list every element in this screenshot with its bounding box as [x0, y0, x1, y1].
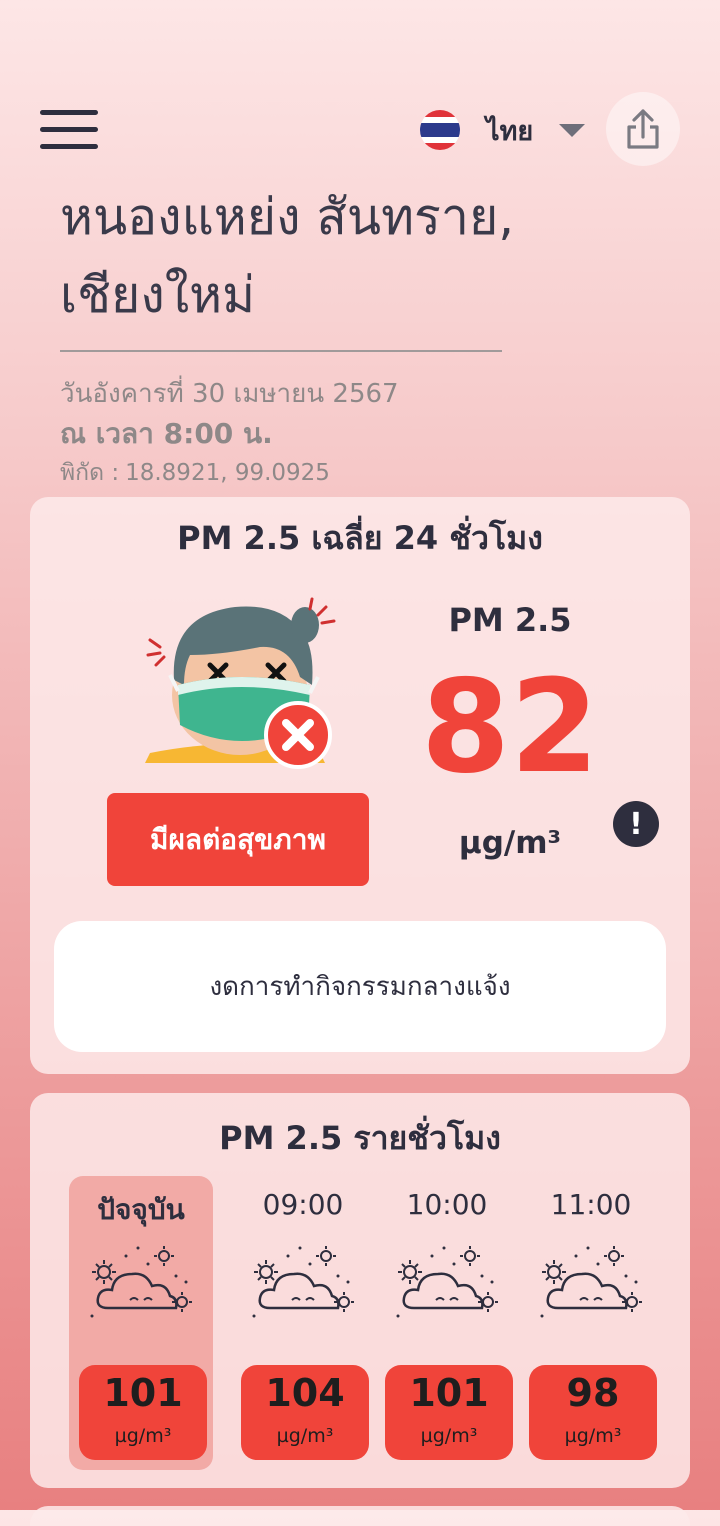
- location-line2: เชียงใหม่: [60, 266, 256, 324]
- top-bar: ไทย: [0, 92, 720, 166]
- hour-value: 101: [409, 1371, 489, 1415]
- advice-text: งดการทำกิจกรรมกลางแจ้ง: [209, 972, 511, 1002]
- chevron-down-icon: [559, 123, 586, 137]
- current-pm-card: PM 2.5 เฉลี่ย 24 ชั่วโมง มีผลต่อสุขภาพ P…: [30, 497, 690, 1074]
- pm-label: PM 2.5: [448, 601, 572, 639]
- health-status-button[interactable]: มีผลต่อสุขภาพ: [107, 793, 369, 886]
- hour-value: 104: [265, 1371, 345, 1415]
- thai-flag-icon: [420, 110, 460, 150]
- hourly-pm-card: PM 2.5 รายชั่วโมง ปัจจุบัน 101 µg/m³ 09:…: [30, 1093, 690, 1488]
- location-line1: หนองแหย่ง สันทราย,: [60, 188, 515, 246]
- haze-cloud-icon: [540, 1246, 642, 1318]
- coord-value: 18.8921, 99.0925: [125, 460, 330, 486]
- advice-box: งดการทำกิจกรรมกลางแจ้ง: [54, 921, 666, 1052]
- coord-label: พิกัด :: [60, 460, 120, 486]
- hour-value-box: 101 µg/m³: [385, 1365, 513, 1460]
- next-card-peek: [30, 1506, 690, 1526]
- language-label: ไทย: [486, 115, 534, 147]
- language-selector[interactable]: ไทย: [420, 108, 586, 152]
- pm-value: 82: [420, 653, 600, 802]
- date-text: วันอังคารที่ 30 เมษายน 2567: [60, 379, 399, 409]
- hourly-item-current[interactable]: ปัจจุบัน 101 µg/m³: [69, 1176, 213, 1470]
- hour-label: 11:00: [550, 1188, 632, 1221]
- coordinates: พิกัด :18.8921, 99.0925: [60, 455, 336, 491]
- hour-value-box: 101 µg/m³: [79, 1365, 207, 1460]
- pm-unit: µg/m³: [458, 825, 562, 861]
- hour-unit: µg/m³: [276, 1425, 334, 1447]
- hourly-item-0900[interactable]: 09:00 104 µg/m³: [231, 1176, 375, 1470]
- divider: [60, 350, 502, 352]
- haze-cloud-icon: [252, 1246, 354, 1318]
- haze-cloud-icon: [90, 1246, 192, 1318]
- time-text: ณ เวลา 8:00 น.: [60, 417, 273, 450]
- hourly-pm-title: PM 2.5 รายชั่วโมง: [219, 1119, 501, 1157]
- hourly-item-1000[interactable]: 10:00 101 µg/m³: [375, 1176, 519, 1470]
- location-title: หนองแหย่ง สันทราย, เชียงใหม่: [60, 178, 680, 334]
- hour-unit: µg/m³: [114, 1425, 172, 1447]
- hourly-item-1100[interactable]: 11:00 98 µg/m³: [519, 1176, 663, 1470]
- hour-value: 101: [103, 1371, 183, 1415]
- hour-label: ปัจจุบัน: [97, 1193, 185, 1226]
- info-icon[interactable]: !: [613, 801, 659, 847]
- hamburger-menu-icon[interactable]: [40, 110, 98, 152]
- haze-cloud-icon: [396, 1246, 498, 1318]
- hour-value-box: 98 µg/m³: [529, 1365, 657, 1460]
- share-icon: [627, 109, 659, 149]
- hour-label: 09:00: [262, 1188, 344, 1221]
- sick-face-icon: [145, 597, 336, 769]
- share-button[interactable]: [606, 92, 680, 166]
- hour-label: 10:00: [406, 1188, 488, 1221]
- hour-unit: µg/m³: [564, 1425, 622, 1447]
- hour-value: 98: [566, 1371, 620, 1415]
- hour-unit: µg/m³: [420, 1425, 478, 1447]
- hour-value-box: 104 µg/m³: [241, 1365, 369, 1460]
- current-pm-title: PM 2.5 เฉลี่ย 24 ชั่วโมง: [177, 519, 543, 557]
